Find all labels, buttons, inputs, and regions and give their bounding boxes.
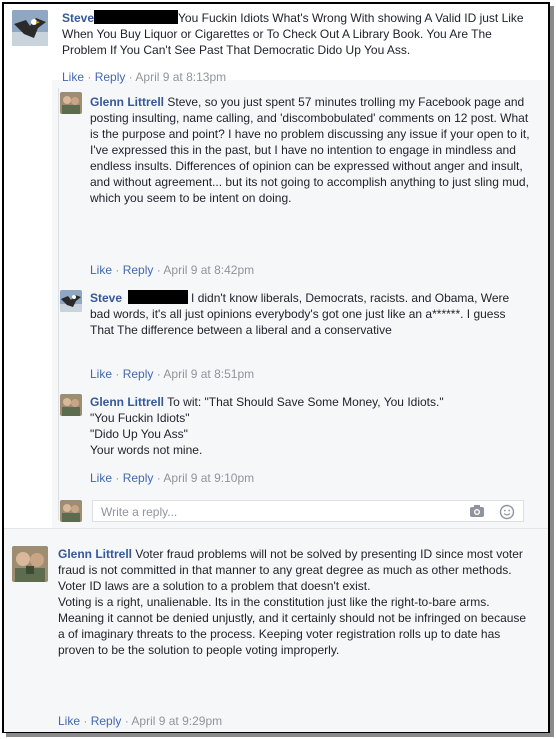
profile-photo-avatar[interactable] — [12, 546, 48, 582]
separator: · — [124, 714, 129, 728]
reply-link[interactable]: Reply — [123, 367, 154, 381]
like-link[interactable]: Like — [90, 367, 112, 381]
comment-actions: Like · Reply · April 9 at 9:29pm — [58, 714, 222, 728]
comment-actions: Like · Reply · April 9 at 9:10pm — [90, 471, 254, 485]
reply-link[interactable]: Reply — [95, 70, 126, 84]
comment-text-paragraph: Voting is a right, unalienable. Its in t… — [58, 595, 527, 657]
separator: · — [115, 367, 120, 381]
timestamp[interactable]: April 9 at 9:10pm — [163, 471, 254, 485]
reply-link[interactable]: Reply — [91, 714, 122, 728]
comment-text: To wit: "That Should Save Some Money, Yo… — [167, 395, 444, 409]
comment-actions: Like · Reply · April 9 at 8:51pm — [90, 367, 254, 381]
comment-author[interactable]: Steve — [90, 291, 122, 305]
timestamp[interactable]: April 9 at 8:13pm — [135, 70, 226, 84]
redaction-bar — [94, 10, 179, 24]
timestamp[interactable]: April 9 at 8:51pm — [163, 367, 254, 381]
like-link[interactable]: Like — [90, 471, 112, 485]
comment-actions: Like · Reply · April 9 at 8:13pm — [62, 70, 226, 84]
reply-link[interactable]: Reply — [123, 471, 154, 485]
like-link[interactable]: Like — [90, 263, 112, 277]
comment-3: Steve I didn't know liberals, Democrats, … — [90, 290, 530, 338]
comment-5: Glenn Littrell Voter fraud problems will… — [58, 546, 536, 658]
comment-actions: Like · Reply · April 9 at 8:42pm — [90, 263, 254, 277]
separator: · — [83, 714, 88, 728]
separator: · — [128, 70, 133, 84]
camera-icon[interactable] — [469, 504, 485, 518]
separator: · — [87, 70, 92, 84]
profile-photo-avatar — [60, 500, 82, 522]
timestamp[interactable]: April 9 at 8:42pm — [163, 263, 254, 277]
comment-author[interactable]: Steve — [62, 11, 94, 25]
comment-line: "Dido Up You Ass" — [90, 427, 188, 441]
comment-2: Glenn Littrell Steve, so you just spent … — [90, 94, 530, 206]
eagle-avatar[interactable] — [60, 290, 82, 312]
comment-line: "You Fuckin Idiots" — [90, 411, 190, 425]
separator: · — [156, 263, 161, 277]
like-link[interactable]: Like — [58, 714, 80, 728]
separator: · — [115, 263, 120, 277]
like-link[interactable]: Like — [62, 70, 84, 84]
comment-text: Steve, so you just spent 57 minutes trol… — [90, 95, 530, 205]
profile-photo-avatar[interactable] — [60, 394, 82, 416]
comment-1: Steve You Fuckin Idiots What's Wrong With… — [62, 10, 534, 58]
redaction-bar — [128, 290, 189, 304]
comment-line: Your words not mine. — [90, 443, 203, 457]
profile-photo-avatar[interactable] — [60, 92, 82, 114]
thread-line — [58, 88, 59, 520]
separator: · — [156, 367, 161, 381]
separator: · — [115, 471, 120, 485]
comment-author[interactable]: Glenn Littrell — [58, 547, 132, 561]
separator: · — [156, 471, 161, 485]
comment-author[interactable]: Glenn Littrell — [90, 95, 164, 109]
reply-box[interactable] — [92, 500, 524, 522]
emoji-icon[interactable] — [499, 504, 515, 520]
reply-link[interactable]: Reply — [123, 263, 154, 277]
eagle-avatar[interactable] — [12, 10, 48, 46]
timestamp[interactable]: April 9 at 9:29pm — [131, 714, 222, 728]
reply-input[interactable] — [99, 502, 463, 522]
comment-author[interactable]: Glenn Littrell — [90, 395, 164, 409]
comment-4: Glenn Littrell To wit: "That Should Save… — [90, 394, 530, 458]
